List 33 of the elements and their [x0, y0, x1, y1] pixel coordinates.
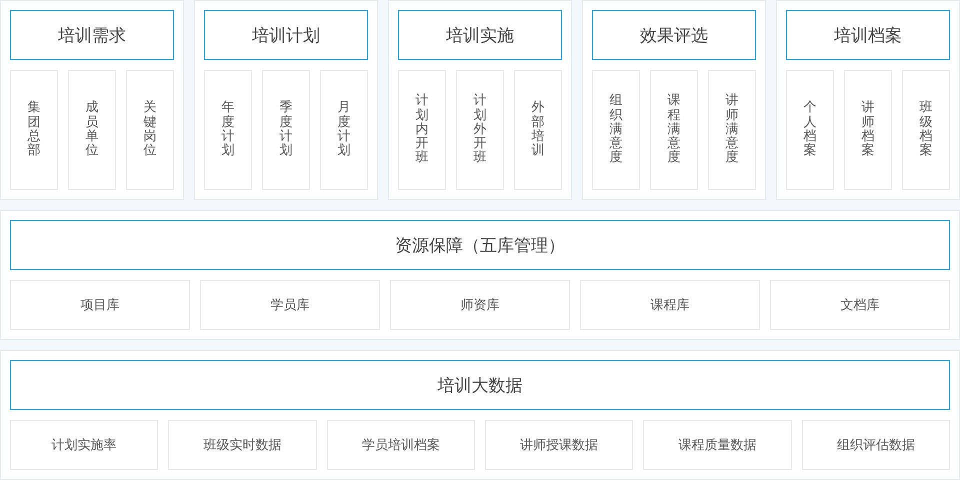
module-item-label: 计划外开班: [474, 94, 486, 166]
module-item-label: 讲师档案: [862, 101, 874, 159]
module-item-label: 组织满意度: [610, 94, 622, 166]
module-item-label: 班级档案: [920, 101, 932, 159]
module-item-label: 讲师满意度: [726, 94, 738, 166]
section-item: 组织评估数据: [802, 420, 950, 470]
section-item: 讲师授课数据: [484, 420, 634, 470]
module-item-label: 计划内开班: [416, 94, 428, 166]
module-item-label: 课程满意度: [668, 94, 680, 166]
section-item: 班级实时数据: [168, 420, 317, 470]
section-item: 文档库: [770, 280, 950, 330]
module-title: 培训实施: [398, 10, 562, 60]
section-item: 学员库: [200, 280, 380, 330]
module-item-label: 月度计划: [338, 101, 350, 159]
module-item-label: 成员单位: [86, 101, 98, 159]
module-item-label: 关键岗位: [144, 101, 156, 159]
section-title: 资源保障（五库管理）: [10, 220, 950, 270]
section-item: 学员培训档案: [326, 420, 475, 470]
section-title: 培训大数据: [10, 360, 950, 410]
section-item: 计划实施率: [10, 420, 158, 470]
section-item: 课程质量数据: [643, 420, 792, 470]
module-title: 培训计划: [204, 10, 368, 60]
section-item: 项目库: [10, 280, 190, 330]
module-title: 培训需求: [10, 10, 174, 60]
module-item-label: 年度计划: [222, 101, 234, 159]
module-item-label: 集团总部: [28, 101, 40, 159]
section-item: 课程库: [580, 280, 760, 330]
module-title: 培训档案: [786, 10, 950, 60]
module-title: 效果评选: [592, 10, 756, 60]
module-item-label: 外部培训: [532, 101, 544, 159]
module-item-label: 个人档案: [804, 101, 816, 159]
section-item: 师资库: [390, 280, 570, 330]
module-item-label: 季度计划: [280, 101, 292, 159]
